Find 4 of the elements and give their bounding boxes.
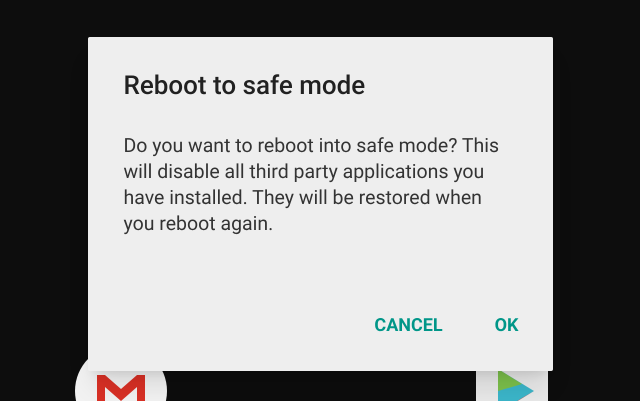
dialog-title: Reboot to safe mode (124, 70, 366, 103)
dialog-button[interactable]: CANCEL (360, 306, 457, 345)
dialog-message: Do you want to reboot into safe mode? This will disable all third party applications you have installed. They will be restored when you reboot again. (124, 133, 500, 237)
dialog-button[interactable]: OK (480, 306, 532, 345)
